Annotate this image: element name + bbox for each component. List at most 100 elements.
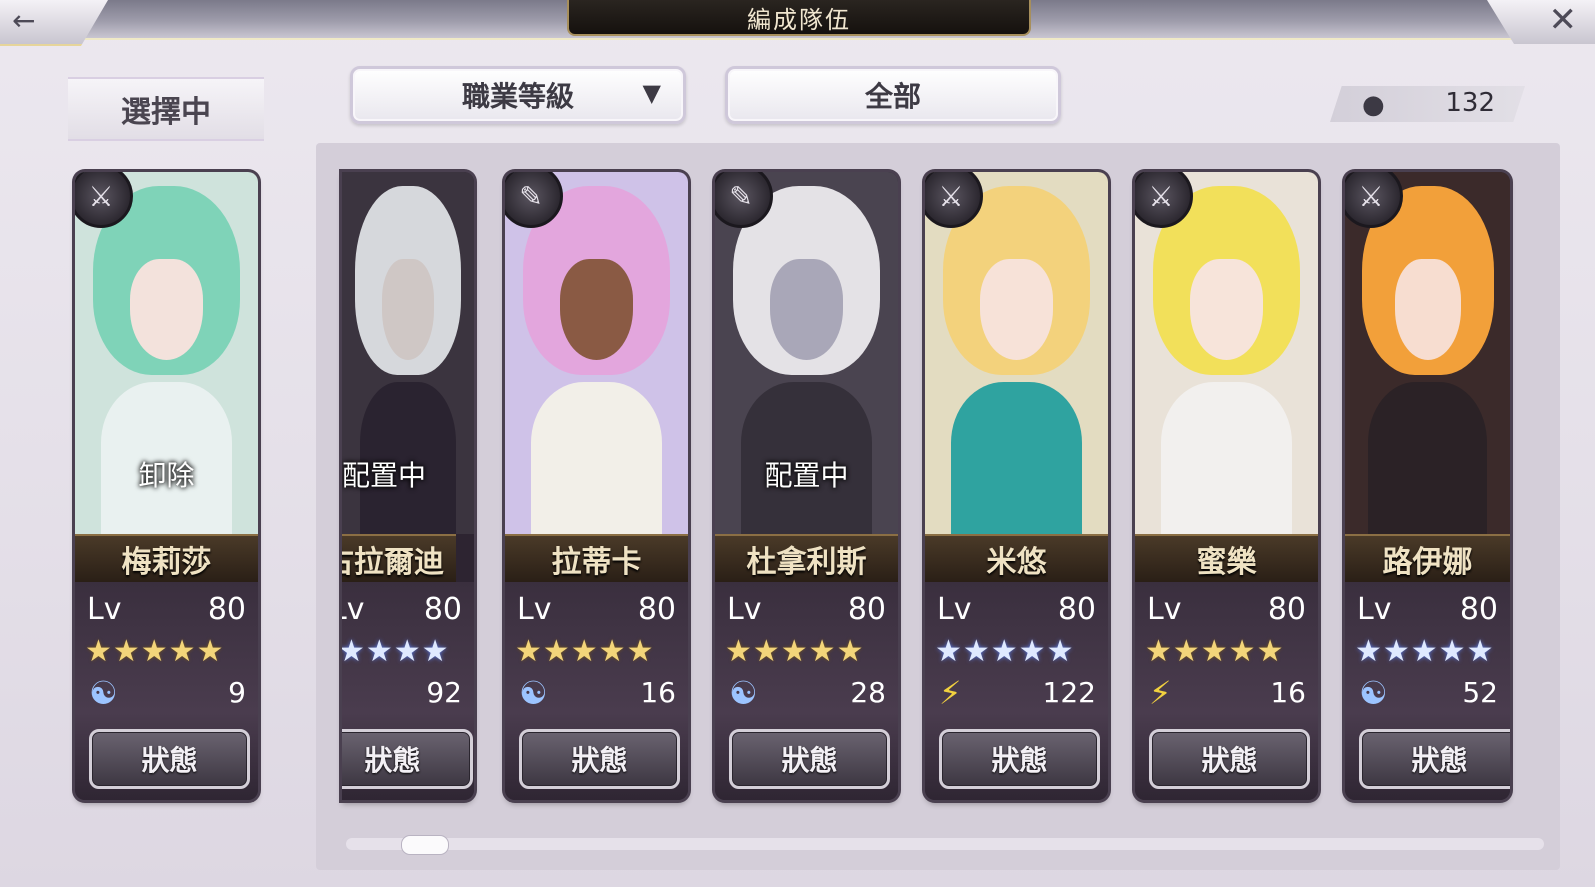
element-row: ⚡ 122 [937,674,1096,716]
level-value: 80 [423,592,462,627]
character-count: ● 132 [1330,86,1525,122]
star-rating-icon: ★★★★★ [1355,634,1495,669]
status-button[interactable]: 狀態 [519,729,680,789]
character-card[interactable]: 配置中 杜拿利斯 Lv 80 ★★★★★ ☯ 28 狀態 ✎ [715,172,898,800]
thunder-element-icon: ⚡ [1149,674,1172,712]
character-stats: Lv 80 ★★★★★ ☯ 16 狀態 [505,582,688,800]
star-rating-icon: ★★★★ [342,634,450,669]
element-value: 122 [1042,676,1096,709]
level-value: 80 [1267,592,1306,627]
element-value: 9 [228,676,246,709]
level-label: Lv [517,592,552,627]
element-value: 52 [1462,676,1498,709]
character-name: 梅莉莎 [75,534,258,584]
thunder-element-icon: ⚡ [939,674,962,712]
sort-dropdown[interactable]: 職業等級 ▼ [350,66,686,124]
portrait-body [1160,381,1293,534]
chevron-down-icon: ▼ [642,78,661,107]
placement-status: 配置中 [342,459,427,492]
portrait-face [129,258,204,361]
character-stats: Lv 80 ★★★★★ ⚡ 122 狀態 [925,582,1108,800]
character-name: 路伊娜 [1345,534,1510,584]
level-row: Lv 80 [517,592,676,632]
element-value: 92 [426,676,462,709]
portrait-body [1368,381,1487,534]
portrait-face [769,258,844,361]
placement-status: 配置中 [764,459,849,492]
placement-status: 卸除 [138,459,195,492]
element-row: ☯ 52 [1357,674,1498,716]
filter-button[interactable]: 全部 [725,66,1061,124]
character-card[interactable]: 蜜樂 Lv 80 ★★★★★ ⚡ 16 狀態 ⚔ [1135,172,1318,800]
character-stats: Lv 80 ★★★★★ ☯ 9 狀態 [75,582,258,800]
level-row: Lv 80 [87,592,246,632]
character-name: 蜜樂 [1135,534,1318,584]
star-rating-icon: ★★★★★ [515,634,655,669]
character-stats: Lv 80 ★★★★ ☯ 92 狀態 [342,582,474,800]
wind-element-icon: ☯ [1359,674,1388,712]
level-label: Lv [727,592,762,627]
portrait-face [381,258,435,361]
level-label: Lv [1147,592,1182,627]
character-card[interactable]: 配置中 古拉爾迪 Lv 80 ★★★★ ☯ 92 狀態 [342,172,474,800]
level-value: 80 [1057,592,1096,627]
character-card[interactable]: 卸除 梅莉莎 Lv 80 ★★★★★ ☯ 9 狀態 ⚔ [75,172,258,800]
star-rating-icon: ★★★★★ [725,634,865,669]
portrait-face [1189,258,1264,361]
character-name: 米悠 [925,534,1108,584]
status-button[interactable]: 狀態 [729,729,890,789]
level-label: Lv [937,592,972,627]
wind-element-icon: ☯ [89,674,118,712]
character-card[interactable]: 米悠 Lv 80 ★★★★★ ⚡ 122 狀態 ⚔ [925,172,1108,800]
level-value: 80 [207,592,246,627]
character-stats: Lv 80 ★★★★★ ☯ 52 狀態 [1345,582,1510,800]
element-value: 28 [850,676,886,709]
wind-element-icon: ☯ [519,674,548,712]
element-row: ☯ 16 [517,674,676,716]
status-button[interactable]: 狀態 [1149,729,1310,789]
selected-label: 選擇中 [68,77,264,141]
scrollbar-thumb[interactable] [401,835,449,855]
status-button[interactable]: 狀態 [89,729,250,789]
element-value: 16 [1270,676,1306,709]
page-title: 編成隊伍 [567,0,1031,36]
portrait-face [559,258,634,361]
filter-label: 全部 [864,80,921,113]
star-rating-icon: ★★★★★ [935,634,1075,669]
element-value: 16 [640,676,676,709]
star-rating-icon: ★★★★★ [85,634,225,669]
star-rating-icon: ★★★★★ [1145,634,1285,669]
element-row: ☯ 92 [354,676,462,716]
level-value: 80 [847,592,886,627]
person-icon: ● [1362,90,1385,120]
status-button[interactable]: 狀態 [939,729,1100,789]
element-row: ⚡ 16 [1147,674,1306,716]
level-value: 80 [637,592,676,627]
level-row: Lv 80 [342,592,462,632]
level-label: Lv [342,592,365,627]
character-stats: Lv 80 ★★★★★ ☯ 28 狀態 [715,582,898,800]
level-value: 80 [1459,592,1498,627]
character-card[interactable]: 路伊娜 Lv 80 ★★★★★ ☯ 52 狀態 ⚔ [1345,172,1510,800]
back-arrow-icon: ← [12,4,36,37]
level-row: Lv 80 [727,592,886,632]
portrait-body [530,381,663,534]
sort-dropdown-label: 職業等級 [461,80,574,113]
character-count-value: 132 [1445,88,1495,118]
portrait-face [979,258,1054,361]
status-button[interactable]: 狀態 [342,729,473,789]
character-name: 杜拿利斯 [715,534,898,584]
element-row: ☯ 28 [727,674,886,716]
portrait-face [1394,258,1461,361]
level-row: Lv 80 [937,592,1096,632]
element-row: ☯ 9 [87,674,246,716]
level-label: Lv [87,592,122,627]
character-card[interactable]: 拉蒂卡 Lv 80 ★★★★★ ☯ 16 狀態 ✎ [505,172,688,800]
status-button[interactable]: 狀態 [1359,729,1510,789]
horizontal-scrollbar[interactable] [346,838,1544,850]
level-label: Lv [1357,592,1392,627]
character-stats: Lv 80 ★★★★★ ⚡ 16 狀態 [1135,582,1318,800]
level-row: Lv 80 [1147,592,1306,632]
character-name: 古拉爾迪 [342,534,456,584]
close-icon: ✕ [1548,0,1578,40]
